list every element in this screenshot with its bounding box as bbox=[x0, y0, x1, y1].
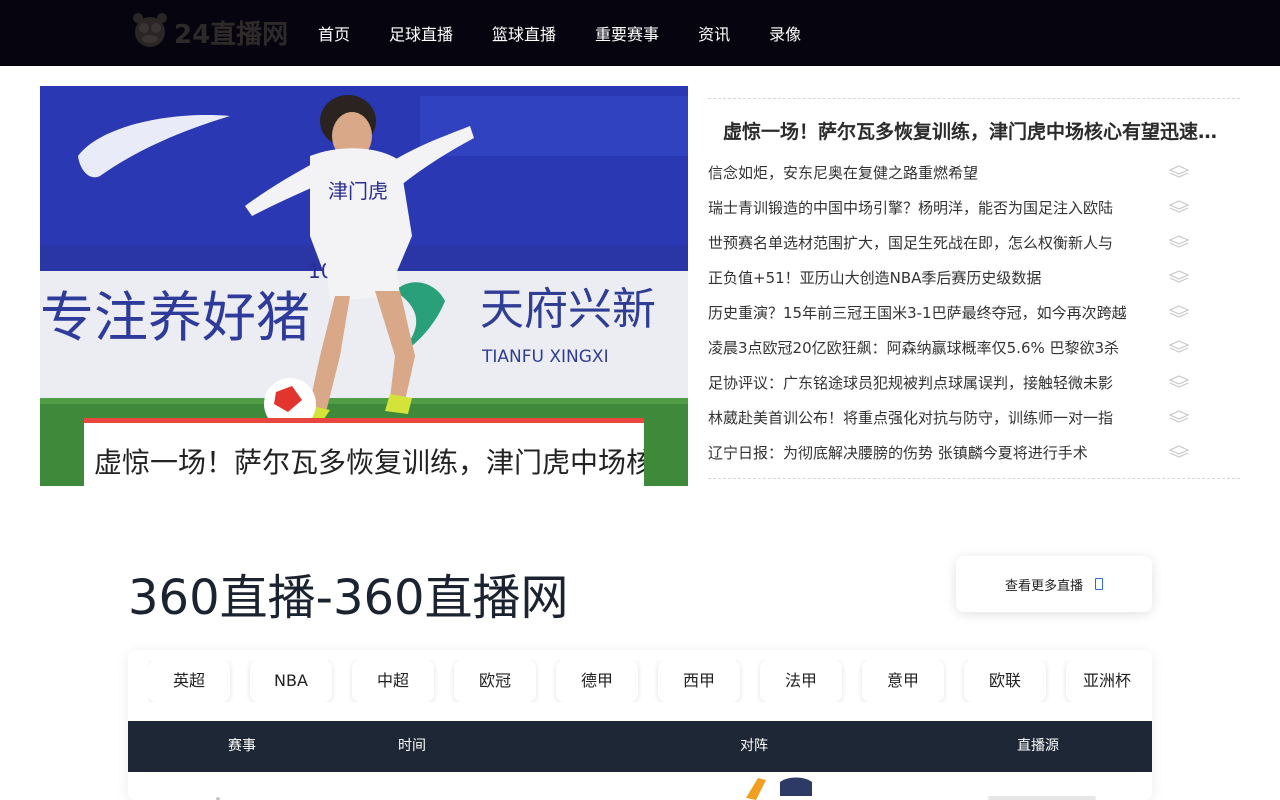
layers-icon bbox=[1168, 305, 1190, 318]
jersey-text: 津门虎 bbox=[328, 179, 388, 203]
col-header-event: 赛事 bbox=[228, 738, 256, 754]
league-tab[interactable]: 中超 bbox=[352, 660, 434, 702]
col-header-matchup: 对阵 bbox=[740, 738, 768, 754]
layers-icon bbox=[1168, 270, 1190, 283]
news-item-title[interactable]: 世预赛名单选材范围扩大，国足生死战在即，怎么权衡新人与 bbox=[708, 232, 1158, 253]
layers-icon bbox=[1168, 340, 1190, 353]
board-text-1: 专注养好猪 bbox=[40, 286, 310, 349]
league-tab[interactable]: 亚洲杯 bbox=[1066, 660, 1132, 702]
col-header-time: 时间 bbox=[398, 738, 426, 754]
table-header: 赛事 时间 对阵 直播源 bbox=[128, 721, 1152, 772]
layers-icon bbox=[1168, 200, 1190, 213]
news-item[interactable]: 历史重演？15年前三冠王国米3-1巴萨最终夺冠，如今再次跨越 bbox=[708, 295, 1240, 330]
schedule-card: 英超 NBA 中超 欧冠 德甲 西甲 法甲 意甲 欧联 亚洲杯 赛事 时间 对阵 直播源 bbox=[128, 650, 1152, 800]
league-tab[interactable]: 德甲 bbox=[556, 660, 638, 702]
col-header-source: 直播源 bbox=[1017, 738, 1059, 754]
site-logo[interactable]: 24直播网 bbox=[128, 9, 308, 55]
league-tab[interactable]: 英超 bbox=[148, 660, 230, 702]
nav-item-major-events[interactable]: 重要赛事 bbox=[595, 21, 659, 45]
news-item[interactable]: 瑞士青训锻造的中国中场引擎？杨明洋，能否为国足注入欧陆 bbox=[708, 190, 1240, 225]
layers-icon bbox=[1168, 165, 1190, 178]
news-item[interactable]: 信念如炬，安东尼奥在复健之路重燃希望 bbox=[708, 155, 1240, 190]
row-partial-icons bbox=[216, 777, 1096, 800]
more-live-button[interactable]: 查看更多直播 bbox=[956, 556, 1152, 612]
news-list: 信念如炬，安东尼奥在复健之路重燃希望 瑞士青训锻造的中国中场引擎？杨明洋，能否为… bbox=[708, 155, 1240, 470]
news-item-title[interactable]: 信念如炬，安东尼奥在复健之路重燃希望 bbox=[708, 162, 1158, 183]
layers-icon bbox=[1168, 375, 1190, 388]
league-tab[interactable]: 欧冠 bbox=[454, 660, 536, 702]
news-item-title[interactable]: 辽宁日报：为彻底解决腰膀的伤势 张镇麟今夏将进行手术 bbox=[708, 442, 1158, 463]
hero-caption[interactable]: 虚惊一场！萨尔瓦多恢复训练，津门虎中场核心有望迅速复出 bbox=[84, 418, 644, 486]
layers-icon bbox=[1168, 445, 1190, 458]
layers-icon bbox=[1168, 235, 1190, 248]
league-tab[interactable]: NBA bbox=[250, 660, 332, 702]
news-item[interactable]: 林葳赴美首训公布！将重点强化对抗与防守，训练师一对一指 bbox=[708, 400, 1240, 435]
news-item-title[interactable]: 历史重演？15年前三冠王国米3-1巴萨最终夺冠，如今再次跨越 bbox=[708, 302, 1158, 323]
news-item[interactable]: 世预赛名单选材范围扩大，国足生死战在即，怎么权衡新人与 bbox=[708, 225, 1240, 260]
league-tab[interactable]: 西甲 bbox=[658, 660, 740, 702]
news-item-title[interactable]: 足协评议：广东铭途球员犯规被判点球属误判，接触轻微未影 bbox=[708, 372, 1158, 393]
league-tab[interactable]: 欧联 bbox=[964, 660, 1046, 702]
top-navigation-bar: 24直播网 首页 足球直播 篮球直播 重要赛事 资讯 录像 bbox=[0, 0, 1280, 66]
main-nav: 首页 足球直播 篮球直播 重要赛事 资讯 录像 bbox=[318, 0, 840, 66]
arrow-right-icon bbox=[1095, 578, 1103, 590]
news-item-title[interactable]: 林葳赴美首训公布！将重点强化对抗与防守，训练师一对一指 bbox=[708, 407, 1158, 428]
mascot-icon bbox=[133, 13, 167, 47]
board-text-2: 天府兴新 bbox=[480, 284, 656, 335]
news-item-title[interactable]: 正负值+51！亚历山大创造NBA季后赛历史级数据 bbox=[708, 267, 1158, 288]
league-tab[interactable]: 法甲 bbox=[760, 660, 842, 702]
news-item-title[interactable]: 凌晨3点欧冠20亿欧狂飙：阿森纳赢球概率仅5.6% 巴黎欲3杀 bbox=[708, 337, 1158, 358]
league-filter-tabs: 英超 NBA 中超 欧冠 德甲 西甲 法甲 意甲 欧联 亚洲杯 bbox=[148, 660, 1132, 702]
board-text-3: TIANFU XINGXI bbox=[481, 347, 609, 367]
table-row[interactable] bbox=[128, 772, 1152, 800]
news-item-title[interactable]: 瑞士青训锻造的中国中场引擎？杨明洋，能否为国足注入欧陆 bbox=[708, 197, 1158, 218]
news-item[interactable]: 凌晨3点欧冠20亿欧狂飙：阿森纳赢球概率仅5.6% 巴黎欲3杀 bbox=[708, 330, 1240, 365]
news-item[interactable]: 足协评议：广东铭途球员犯规被判点球属误判，接触轻微未影 bbox=[708, 365, 1240, 400]
logo-text: 24直播网 bbox=[174, 19, 289, 50]
league-tab[interactable]: 意甲 bbox=[862, 660, 944, 702]
layers-icon bbox=[1168, 410, 1190, 423]
nav-item-news[interactable]: 资讯 bbox=[698, 21, 730, 45]
nav-item-replays[interactable]: 录像 bbox=[769, 21, 801, 45]
news-item[interactable]: 正负值+51！亚历山大创造NBA季后赛历史级数据 bbox=[708, 260, 1240, 295]
nav-item-football[interactable]: 足球直播 bbox=[389, 21, 453, 45]
hero-banner[interactable]: 专注养好猪 天府兴新 TIANFU XINGXI 津门虎 10 虚惊一场！萨尔瓦… bbox=[40, 86, 688, 486]
nav-item-home[interactable]: 首页 bbox=[318, 21, 350, 45]
nav-item-basketball[interactable]: 篮球直播 bbox=[492, 21, 556, 45]
more-live-label: 查看更多直播 bbox=[1004, 578, 1083, 594]
news-headline[interactable]: 虚惊一场！萨尔瓦多恢复训练，津门虎中场核心有望迅速复出 bbox=[723, 117, 1228, 144]
section-title: 360直播-360直播网 bbox=[128, 570, 569, 626]
news-panel: 虚惊一场！萨尔瓦多恢复训练，津门虎中场核心有望迅速复出 信念如炬，安东尼奥在复健… bbox=[708, 98, 1240, 479]
news-item[interactable]: 辽宁日报：为彻底解决腰膀的伤势 张镇麟今夏将进行手术 bbox=[708, 435, 1240, 470]
